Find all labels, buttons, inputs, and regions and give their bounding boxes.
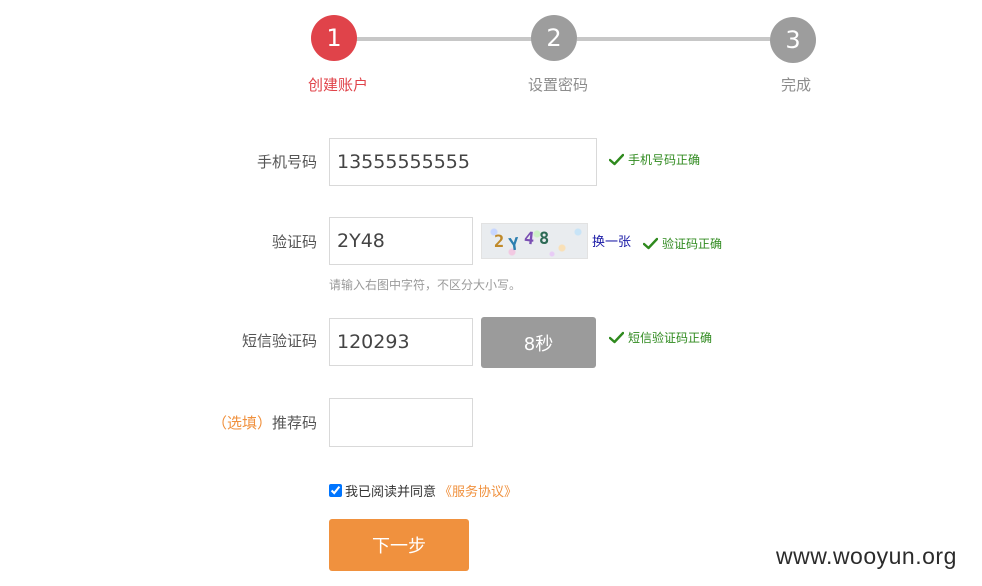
step-connector-2-3 [577,37,770,41]
agreement-row: 我已阅读并同意 《服务协议》 [329,481,517,500]
watermark: www.wooyun.org [776,543,957,569]
captcha-char-4: 8 [539,229,550,249]
captcha-char-1: 2 [494,232,505,252]
referral-label-group: （选填）推荐码 [212,412,317,433]
captcha-ok-text: 验证码正确 [662,237,723,251]
captcha-label: 验证码 [271,233,317,251]
sms-code-input[interactable] [329,318,473,366]
optional-tag: （选填） [211,414,272,432]
checkmark-icon [609,153,624,166]
checkmark-icon [643,237,658,250]
phone-input[interactable] [329,138,597,186]
captcha-input[interactable] [329,217,473,265]
step-2-label: 设置密码 [528,76,589,94]
send-sms-button[interactable]: 8秒 [481,317,596,368]
agreement-checkbox[interactable] [329,484,342,497]
phone-ok-message: 手机号码正确 [609,151,700,168]
checkmark-icon [609,331,624,344]
sms-ok-message: 短信验证码正确 [609,329,712,346]
captcha-refresh-link[interactable]: 换一张 [592,231,631,250]
next-step-button[interactable]: 下一步 [329,519,469,571]
step-3-label: 完成 [781,76,812,94]
captcha-hint: 请输入右图中字符，不区分大小写。 [329,278,522,292]
phone-label: 手机号码 [256,153,317,171]
step-3-circle: 3 [770,17,816,63]
captcha-char-2: Y [507,234,521,256]
step-2-circle: 2 [531,15,577,61]
captcha-char-3: 4 [522,228,536,250]
captcha-image[interactable]: 2 Y 4 8 [481,223,588,259]
service-agreement-link[interactable]: 《服务协议》 [439,481,517,500]
referral-label: 推荐码 [271,414,317,432]
referral-code-input[interactable] [329,398,473,447]
step-1-label: 创建账户 [308,76,369,94]
step-1-circle: 1 [311,15,357,61]
agreement-text: 我已阅读并同意 [345,485,437,500]
sms-ok-text: 短信验证码正确 [628,331,713,345]
sms-label: 短信验证码 [241,332,317,350]
step-connector-1-2 [356,37,532,41]
phone-ok-text: 手机号码正确 [628,153,701,167]
captcha-ok-message: 验证码正确 [643,235,722,252]
